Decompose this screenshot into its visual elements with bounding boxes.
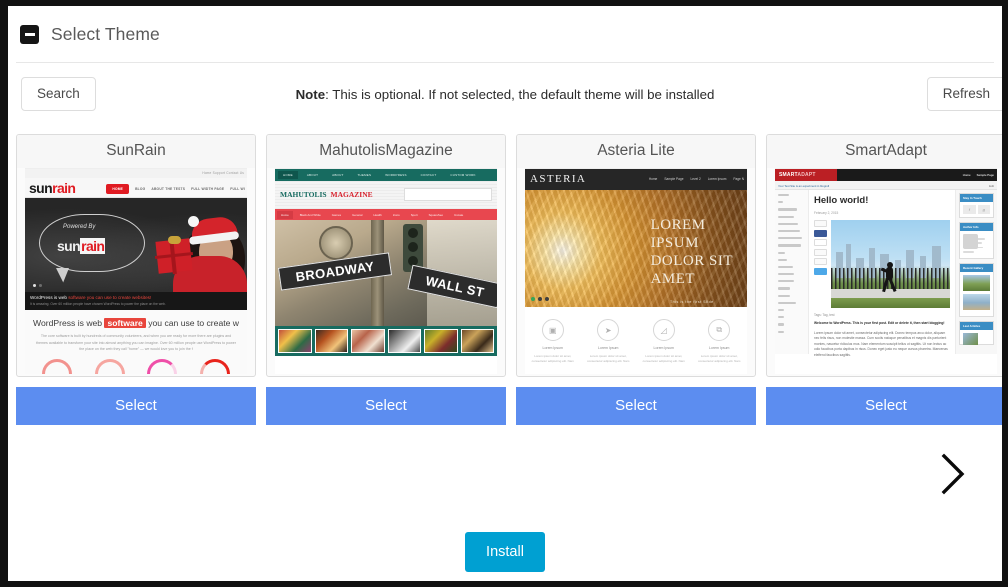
theme-card-smartadapt[interactable]: SmartAdapt SMARTADAPT Home Sample Page Y… (766, 134, 1002, 425)
select-theme-button[interactable]: Select (516, 387, 756, 425)
preview-meter (147, 358, 178, 374)
preview-body: Lorem ipsum dolor sit amet, consectetur … (814, 330, 948, 357)
share-icon: ⧉ (708, 319, 731, 341)
preview-paragraph: The core software is built by hundreds o… (36, 334, 236, 351)
optional-note: Note: This is optional. If not selected,… (8, 87, 1002, 102)
preview-hero-script: Powered By (63, 224, 96, 230)
carousel-next-button[interactable] (938, 452, 968, 496)
theme-thumbnail: ASTERIA Home Sample Page Level 2 Lorem I… (525, 168, 747, 374)
minus-icon[interactable] (20, 24, 39, 44)
theme-thumbnail: SMARTADAPT Home Sample Page Your Test Si… (775, 168, 997, 374)
theme-thumbnail: Home Support Contact Us sunrain HOME BLO… (25, 168, 247, 374)
theme-card-box: SmartAdapt SMARTADAPT Home Sample Page Y… (766, 134, 1002, 377)
preview-categories: Home Black And White Games General Healt… (275, 209, 497, 220)
preview-widgets: Stay In Touch f g Author Info Recent Galle… (955, 190, 997, 354)
preview-intro: Welcome to WordPress. This is your first… (814, 321, 945, 325)
panel-header: Select Theme (8, 6, 1002, 62)
preview-adminbar-right: Edit (989, 183, 994, 188)
preview-caption: WordPress is web software you can use to… (30, 295, 152, 300)
chevron-right-icon (938, 452, 968, 496)
preview-logo: ASTERIA (530, 173, 587, 185)
theme-card-sunrain[interactable]: SunRain Home Support Contact Us sunrain … (16, 134, 256, 425)
theme-card-box: Asteria Lite ASTERIA Home Sample Page Le… (516, 134, 756, 377)
preview-logo: sunrain (29, 180, 76, 196)
theme-thumbnail: HOME ABOUT ABOUT THEMES WORDPRESS CONTAC… (275, 168, 497, 374)
select-theme-button[interactable]: Select (766, 387, 1002, 425)
note-prefix: Note (295, 86, 326, 102)
page-title: Select Theme (51, 23, 160, 44)
preview-logo: MAHUTOLIS MAGAZINE (280, 190, 373, 199)
camera-icon: ▣ (541, 319, 564, 341)
install-button[interactable]: Install (465, 532, 545, 572)
theme-card-box: MahutolisMagazine HOME ABOUT ABOUT THEME… (266, 134, 506, 377)
theme-name: MahutolisMagazine (267, 135, 505, 168)
preview-share-buttons (814, 220, 827, 308)
install-action-row: Install (8, 532, 1002, 572)
preview-nav: HOME BLOG ABOUT THE TESTS FULL WIDTH PAG… (106, 184, 245, 194)
preview-caption-sub: It is amazing. Over 60 million people ha… (30, 302, 166, 306)
preview-features: ▣ Lorem Ipsum Lorem ipsum dolor sit amet… (525, 307, 747, 370)
theme-card-mahutolismagazine[interactable]: MahutolisMagazine HOME ABOUT ABOUT THEME… (266, 134, 506, 425)
preview-meter (42, 358, 73, 374)
preview-meter (94, 358, 125, 374)
preview-hero-logo: sunrain (57, 238, 106, 254)
preview-search-field (404, 188, 492, 201)
select-theme-button[interactable]: Select (266, 387, 506, 425)
note-text: : This is optional. If not selected, the… (325, 86, 715, 102)
preview-post-photo (831, 220, 950, 308)
preview-post-date: February 2, 2015 (814, 211, 839, 215)
theme-toolbar: Search Note: This is optional. If not se… (8, 63, 1002, 125)
refresh-button[interactable]: Refresh (926, 76, 1002, 112)
select-theme-button[interactable]: Select (16, 387, 256, 425)
theme-name: Asteria Lite (517, 135, 755, 168)
theme-selection-panel: Select Theme Search Note: This is option… (8, 6, 1002, 581)
preview-nav: Home Sample Page (962, 173, 994, 177)
preview-hero-photo: LOREM IPSUM DOLOR SIT AMET This is the f… (525, 190, 747, 307)
theme-card-box: SunRain Home Support Contact Us sunrain … (16, 134, 256, 377)
preview-nav: Home Sample Page Level 2 Lorem Ipsum Pag… (648, 177, 744, 181)
preview-tags: Tags: Tag, test (814, 313, 835, 317)
theme-carousel: SunRain Home Support Contact Us sunrain … (16, 134, 1002, 425)
preview-toplinks: Home Support Contact Us (202, 171, 244, 175)
preview-post-title: Hello world! (814, 195, 869, 206)
preview-meter (199, 358, 230, 374)
preview-nav: HOME ABOUT ABOUT THEMES WORDPRESS CONTAC… (275, 169, 497, 181)
preview-sidebar (775, 190, 809, 354)
preview-adminbar-left: Your Test Site is an experiment in blogr… (778, 183, 830, 188)
preview-hero-photo: BROADWAY WALL ST (275, 220, 497, 326)
preview-hero-text: LOREM IPSUM DOLOR SIT AMET This is the f… (650, 217, 733, 304)
preview-gallery (275, 326, 497, 356)
theme-name: SmartAdapt (767, 135, 1002, 168)
preview-heading: WordPress is web software you can use to… (33, 318, 239, 328)
paper-plane-icon: ➤ (597, 319, 620, 341)
theme-card-asteria-lite[interactable]: Asteria Lite ASTERIA Home Sample Page Le… (516, 134, 756, 425)
preview-logo: SMARTADAPT (779, 172, 816, 178)
chart-icon: ◿ (652, 319, 675, 341)
theme-name: SunRain (17, 135, 255, 168)
